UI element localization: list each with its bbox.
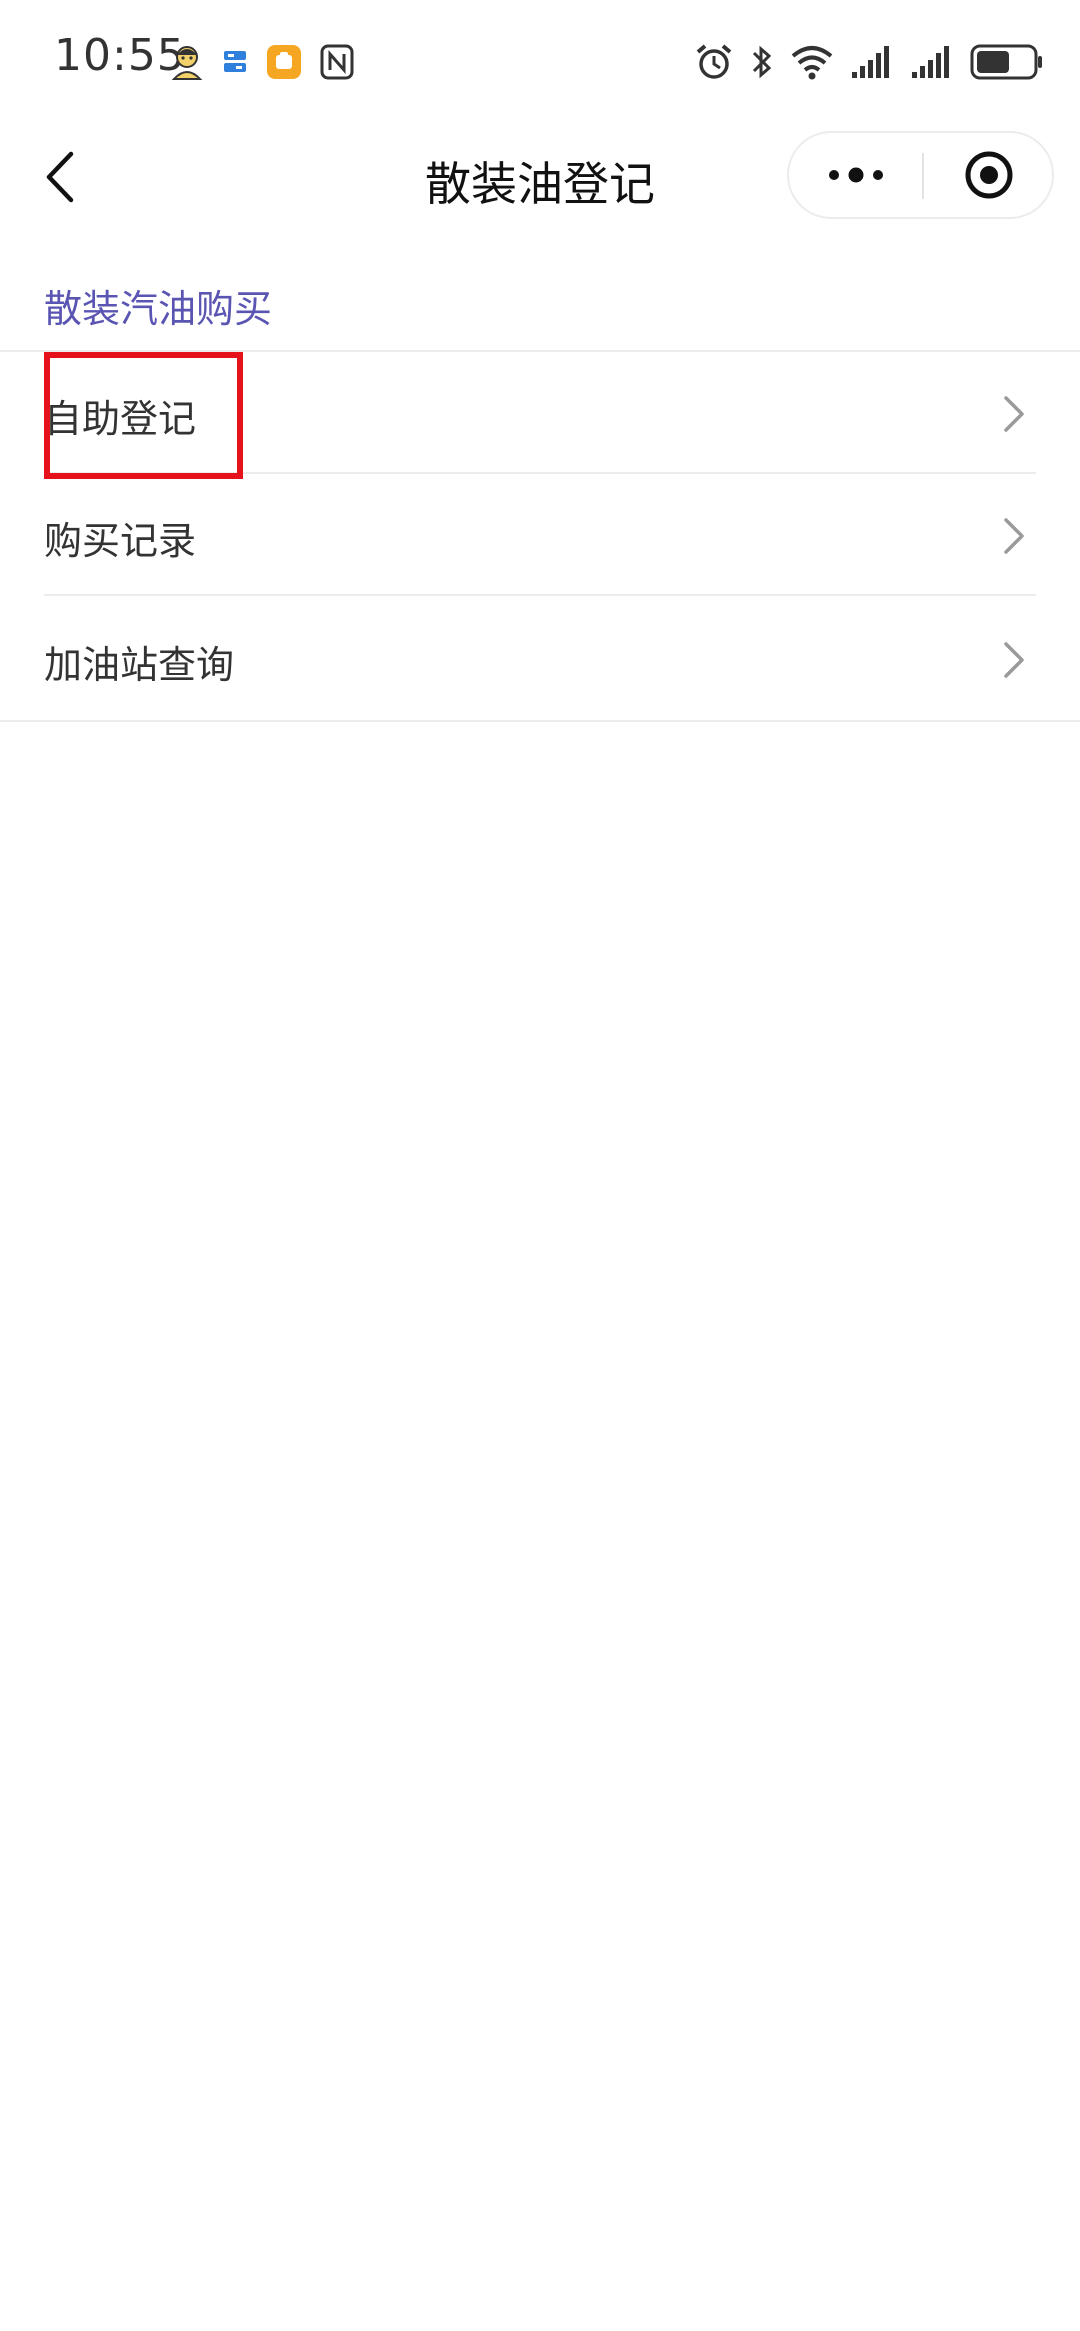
bluetooth-icon bbox=[752, 45, 772, 79]
chevron-right-icon bbox=[1004, 396, 1024, 432]
list-divider bbox=[44, 594, 1036, 596]
menu-item-label: 自助登记 bbox=[44, 397, 197, 441]
alarm-icon bbox=[696, 44, 732, 79]
menu-item-self-registration[interactable]: 自助登记 bbox=[0, 352, 1080, 474]
status-left-icons bbox=[170, 42, 372, 82]
menu-item-label: 加油站查询 bbox=[44, 643, 235, 687]
status-time: 10:55 bbox=[54, 30, 186, 81]
battery-icon bbox=[970, 44, 1042, 80]
status-bar: 10:55 bbox=[0, 0, 1080, 120]
menu-item-gas-station-search[interactable]: 加油站查询 bbox=[0, 598, 1080, 720]
menu-list: 自助登记 购买记录 加油站查询 bbox=[0, 352, 1080, 722]
message-app-icon bbox=[224, 51, 246, 72]
mini-app-icon bbox=[267, 45, 301, 79]
avatar-notification-icon bbox=[171, 46, 203, 80]
wifi-icon bbox=[791, 46, 833, 80]
section-title: 散装汽油购买 bbox=[44, 287, 273, 331]
target-close-icon bbox=[965, 151, 1013, 199]
chevron-right-icon bbox=[1004, 518, 1024, 554]
more-button[interactable] bbox=[789, 133, 922, 217]
section-header: 散装汽油购买 bbox=[0, 234, 1080, 352]
menu-item-purchase-records[interactable]: 购买记录 bbox=[0, 474, 1080, 596]
nfc-icon bbox=[320, 44, 354, 80]
mini-program-capsule bbox=[787, 131, 1054, 219]
close-mini-program-button[interactable] bbox=[924, 133, 1054, 217]
chevron-right-icon bbox=[1004, 642, 1024, 678]
more-dots-icon bbox=[828, 167, 883, 183]
status-right-icons bbox=[678, 40, 1044, 84]
cellular-signal-icon bbox=[852, 46, 889, 78]
menu-item-label: 购买记录 bbox=[44, 519, 197, 563]
navigation-bar: 散装油登记 bbox=[0, 120, 1080, 234]
cellular-signal-icon bbox=[912, 46, 949, 78]
